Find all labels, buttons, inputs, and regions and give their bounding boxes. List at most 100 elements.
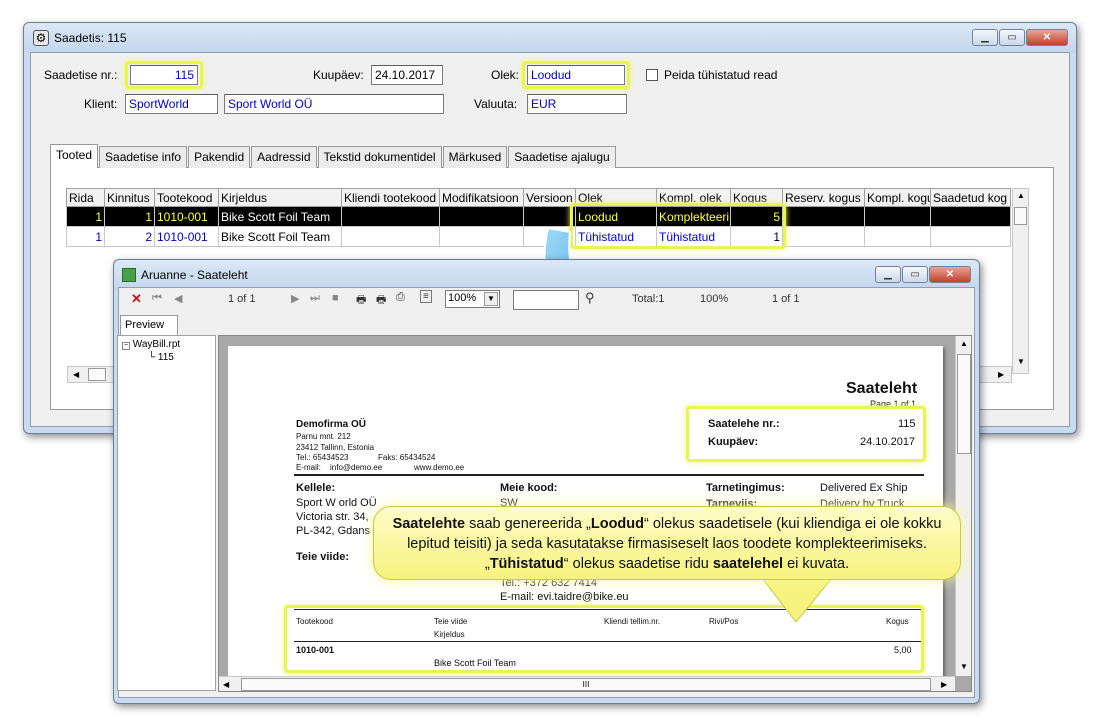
col-versioon[interactable]: Versioon: [523, 188, 576, 207]
col-saadetud-kogus[interactable]: Saadetud kog: [930, 188, 1011, 207]
cell-kinnitus[interactable]: 1: [104, 206, 155, 227]
scroll-down-icon[interactable]: ▼: [1017, 357, 1025, 366]
minimize-button[interactable]: ▁: [972, 29, 998, 46]
cell-kirjeldus[interactable]: Bike Scott Foil Team: [218, 206, 342, 227]
preview-horizontal-scrollbar[interactable]: ◀ III ▶: [219, 676, 955, 691]
report-minimize-button[interactable]: ▁: [875, 266, 901, 283]
doc-kellele-1: Sport W orld OÜ: [296, 497, 377, 509]
scroll-left-icon[interactable]: ◀: [73, 370, 79, 379]
tab-saadetise-ajalugu[interactable]: Saadetise ajalugu: [508, 146, 616, 168]
klient-name-field[interactable]: Sport World OÜ: [224, 94, 444, 114]
kuupaev-field[interactable]: 24.10.2017: [371, 65, 443, 85]
tree-root-label: WayBill.rpt: [132, 339, 181, 350]
grid-vertical-scrollbar[interactable]: ▲ ▼: [1012, 188, 1029, 374]
zoom-select[interactable]: 100% ▼: [445, 290, 500, 308]
tree-toggle-icon[interactable]: ≡: [420, 290, 432, 303]
scroll-thumb[interactable]: [1014, 207, 1027, 225]
chevron-down-icon[interactable]: ▼: [484, 292, 498, 306]
tree-root[interactable]: − WayBill.rpt: [122, 339, 180, 350]
close-button[interactable]: ✕: [1026, 29, 1068, 46]
next-page-icon[interactable]: ▶: [291, 292, 299, 305]
cell-kinnitus[interactable]: 2: [104, 226, 155, 247]
saadetise-nr-label: Saadetise nr.:: [44, 68, 118, 82]
cell-modifikatsioon[interactable]: [439, 206, 524, 227]
cell-tootekood[interactable]: 1010-001: [154, 206, 219, 227]
main-titlebar[interactable]: ⚙ Saadetis: 115 ▁ ▭ ✕: [24, 23, 1076, 53]
scroll-thumb[interactable]: [957, 354, 971, 454]
doc-tarnetingimus-label: Tarnetingimus:: [706, 482, 785, 494]
valuuta-field[interactable]: EUR: [527, 94, 627, 114]
scroll-grip: III: [582, 680, 590, 689]
scroll-right-icon[interactable]: ▶: [941, 680, 947, 689]
cell-kliendi-tootekood[interactable]: [341, 206, 440, 227]
cell-rida[interactable]: 1: [66, 206, 105, 227]
tree-child[interactable]: └ 115: [148, 352, 174, 363]
cell-modifikatsioon[interactable]: [439, 226, 524, 247]
valuuta-label: Valuuta:: [474, 97, 518, 111]
callout-part7: saatelehel: [712, 556, 784, 572]
col-reserv-kogus[interactable]: Reserv. kogus: [782, 188, 865, 207]
report-maximize-button[interactable]: ▭: [902, 266, 928, 283]
col-rida[interactable]: Rida: [66, 188, 105, 207]
olek-highlight: [522, 61, 630, 89]
search-text-input[interactable]: [513, 290, 579, 310]
report-close-button[interactable]: ✕: [929, 266, 971, 283]
scroll-up-icon[interactable]: ▲: [1017, 191, 1025, 200]
cell-tootekood[interactable]: 1010-001: [154, 226, 219, 247]
cell-saadetud-kogus[interactable]: [930, 206, 1011, 227]
col-kirjeldus[interactable]: Kirjeldus: [218, 188, 342, 207]
col-tootekood[interactable]: Tootekood: [154, 188, 219, 207]
col-kompl-kogus[interactable]: Kompl. kogus: [864, 188, 931, 207]
cell-reserv-kogus[interactable]: [782, 206, 865, 227]
tab-aadressid[interactable]: Aadressid: [251, 146, 317, 168]
cell-kompl-kogus[interactable]: [864, 206, 931, 227]
klient-code-field[interactable]: SportWorld: [125, 94, 218, 114]
scroll-left-icon[interactable]: ◀: [223, 680, 229, 689]
tab-preview[interactable]: Preview: [120, 315, 178, 335]
scroll-right-icon[interactable]: ▶: [998, 370, 1004, 379]
last-page-icon[interactable]: ⏭: [310, 292, 320, 305]
cell-saadetud-kogus[interactable]: [930, 226, 1011, 247]
report-app-icon: [122, 268, 136, 282]
cell-kliendi-tootekood[interactable]: [341, 226, 440, 247]
doc-email: info@demo.ee: [330, 463, 383, 472]
doc-company: Demofirma OÜ: [296, 419, 367, 430]
tab-tooted[interactable]: Tooted: [50, 144, 99, 168]
scroll-down-icon[interactable]: ▼: [960, 662, 968, 671]
callout-part2: saab genereerida „: [465, 516, 591, 532]
print-icon[interactable]: 🖶: [356, 291, 366, 310]
preview-vertical-scrollbar[interactable]: ▲ ▼: [955, 336, 971, 676]
prev-page-icon[interactable]: ◀: [174, 292, 182, 305]
scroll-thumb[interactable]: [88, 368, 106, 381]
scroll-thumb[interactable]: III: [241, 678, 931, 691]
stop-square-icon[interactable]: ■: [332, 292, 339, 304]
report-titlebar[interactable]: Aruanne - Saateleht ▁ ▭ ✕: [114, 260, 979, 290]
tree-collapse-icon[interactable]: −: [122, 342, 130, 350]
cell-kirjeldus[interactable]: Bike Scott Foil Team: [218, 226, 342, 247]
callout-part3: Loodud: [590, 516, 645, 532]
zoom-select-value: 100%: [448, 292, 477, 304]
callout-part8: ei kuvata.: [783, 556, 850, 572]
callout-pointer: [760, 576, 834, 623]
tab-pakendid[interactable]: Pakendid: [188, 146, 251, 168]
peida-checkbox[interactable]: [646, 69, 658, 81]
col-kinnitus[interactable]: Kinnitus: [104, 188, 155, 207]
cell-rida[interactable]: 1: [66, 226, 105, 247]
col-kliendi-tootekood[interactable]: Kliendi tootekood: [341, 188, 440, 207]
binoculars-icon[interactable]: ⚲: [585, 290, 595, 306]
maximize-button[interactable]: ▭: [999, 29, 1025, 46]
cell-reserv-kogus[interactable]: [782, 226, 865, 247]
print-setup-icon[interactable]: 🖶: [376, 291, 386, 310]
cell-kompl-kogus[interactable]: [864, 226, 931, 247]
stop-icon[interactable]: ✕: [131, 291, 142, 307]
first-page-icon[interactable]: ⏮: [152, 292, 162, 305]
export-icon[interactable]: ⎙: [396, 291, 405, 304]
doc-email2: E-mail: evi.taidre@bike.eu: [500, 591, 629, 603]
col-modifikatsioon[interactable]: Modifikatsioon: [439, 188, 524, 207]
tab-tekstid-dokumentidel[interactable]: Tekstid dokumentidel: [317, 146, 442, 168]
tab-saadetise-info[interactable]: Saadetise info: [99, 146, 188, 168]
tab-markused[interactable]: Märkused: [442, 146, 508, 168]
doc-email-label: E-mail:: [296, 463, 321, 472]
peida-label: Peida tühistatud read: [664, 68, 778, 82]
scroll-up-icon[interactable]: ▲: [960, 339, 968, 348]
